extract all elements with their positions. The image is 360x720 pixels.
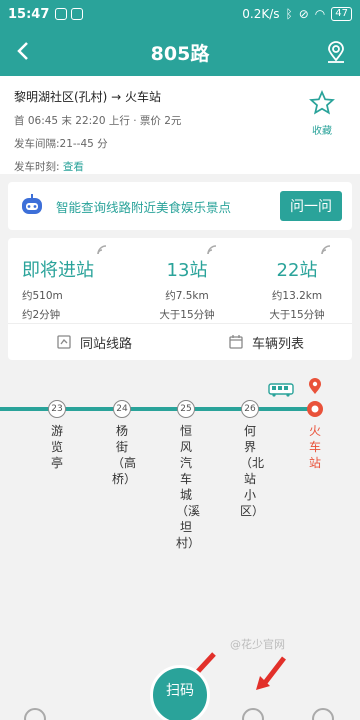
star-icon [309,90,335,115]
stop-name-destination[interactable]: 火车站 [305,423,325,471]
scan-code-button[interactable]: 扫码 [150,665,210,720]
notification-icons [55,8,84,20]
arrivals-row: 即将进站 约510m 约2分钟 13站 约7.5km 大于15分钟 22站 约1… [8,238,352,324]
wifi-icon: ◠ [314,7,326,21]
same-stop-label: 同站线路 [79,336,132,352]
arrival-distance: 约13.2km [271,290,323,302]
arrival-stops: 22站 [276,260,318,281]
bus-icon [268,383,294,397]
stop-name[interactable]: 恒风汽车城（溪坦村） [176,423,200,551]
status-time: 15:47 [8,6,50,22]
bluetooth-icon: ᛒ [285,7,293,21]
stop-name[interactable]: 杨街（高桥） [112,423,136,487]
nav-bar: 805路 [0,28,360,76]
arrival-time: 大于15分钟 [159,309,215,321]
route-interval: 发车间隔:21--45 分 [14,138,108,150]
vehicle-list-label: 车辆列表 [251,336,304,352]
vehicle-list-button[interactable]: 车辆列表 [180,333,352,352]
current-stop-marker-icon [307,401,323,417]
realtime-signal-icon [97,245,107,255]
back-arrow-icon [17,42,28,60]
scan-code-label: 扫码 [166,683,194,699]
schedule-label: 发车时刻: [14,161,60,173]
arrival-distance: 约7.5km [165,290,209,302]
arrival-status: 即将进站 [22,260,94,281]
net-speed: 0.2K/s [242,7,280,21]
arrival-time: 约2分钟 [22,309,61,321]
arrival-item-3[interactable]: 22站 约13.2km 大于15分钟 [242,238,352,323]
tiktok-notification-icon [71,8,84,20]
stop-name[interactable]: 何界（北站小区） [240,423,264,519]
destination-pin-icon [309,378,321,394]
ai-query-card[interactable]: 智能查询线路附近美食娱乐景点 问一问 [8,182,352,230]
page-title: 805路 [150,42,210,65]
stop-number: 24 [113,400,131,418]
route-info-panel: 黎明湖社区(孔村) → 火车站 首 06:45 末 22:20 上行 · 票价 … [0,76,360,174]
battery-indicator: 47 [331,7,352,21]
same-stop-lines-button[interactable]: 同站线路 [8,333,180,352]
favorite-button[interactable]: 收藏 [302,90,342,137]
arrival-stops: 13站 [166,260,208,281]
ask-button[interactable]: 问一问 [280,191,342,221]
route-schedule: 发车时刻: 查看 [14,159,346,174]
map-icon [57,335,71,349]
realtime-signal-icon [321,245,331,255]
route-endpoints: 黎明湖社区(孔村) → 火车站 [14,90,162,104]
app-notification-icon [55,8,68,20]
arrival-item-2[interactable]: 13站 约7.5km 大于15分钟 [132,238,242,323]
watermark: @花少官网 [230,638,285,651]
arrival-time: 大于15分钟 [269,309,325,321]
stop-number: 25 [177,400,195,418]
arrival-item-1[interactable]: 即将进站 约510m 约2分钟 [8,238,132,323]
stop-name[interactable]: 游览亭 [47,423,67,471]
ai-query-text: 智能查询线路附近美食娱乐景点 [56,199,232,215]
calendar-icon [229,335,243,349]
bus-arrival-card: 即将进站 约510m 约2分钟 13站 约7.5km 大于15分钟 22站 约1… [8,238,352,360]
realtime-signal-icon [207,245,217,255]
status-bar: 15:47 0.2K/s ᛒ ⊘ ◠ 47 [0,0,360,28]
route-times-price: 首 06:45 末 22:20 上行 · 票价 2元 [14,115,182,127]
mute-icon: ⊘ [298,7,309,21]
schedule-view-link[interactable]: 查看 [63,161,84,173]
stop-number: 23 [48,400,66,418]
location-icon[interactable] [324,40,348,64]
robot-icon [22,194,42,214]
annotation-arrow-icon [256,656,286,690]
favorite-label: 收藏 [312,126,332,137]
actions-row: 同站线路 车辆列表 [8,324,352,360]
arrival-distance: 约510m [22,290,63,302]
back-button[interactable] [10,38,36,64]
stop-number: 26 [241,400,259,418]
